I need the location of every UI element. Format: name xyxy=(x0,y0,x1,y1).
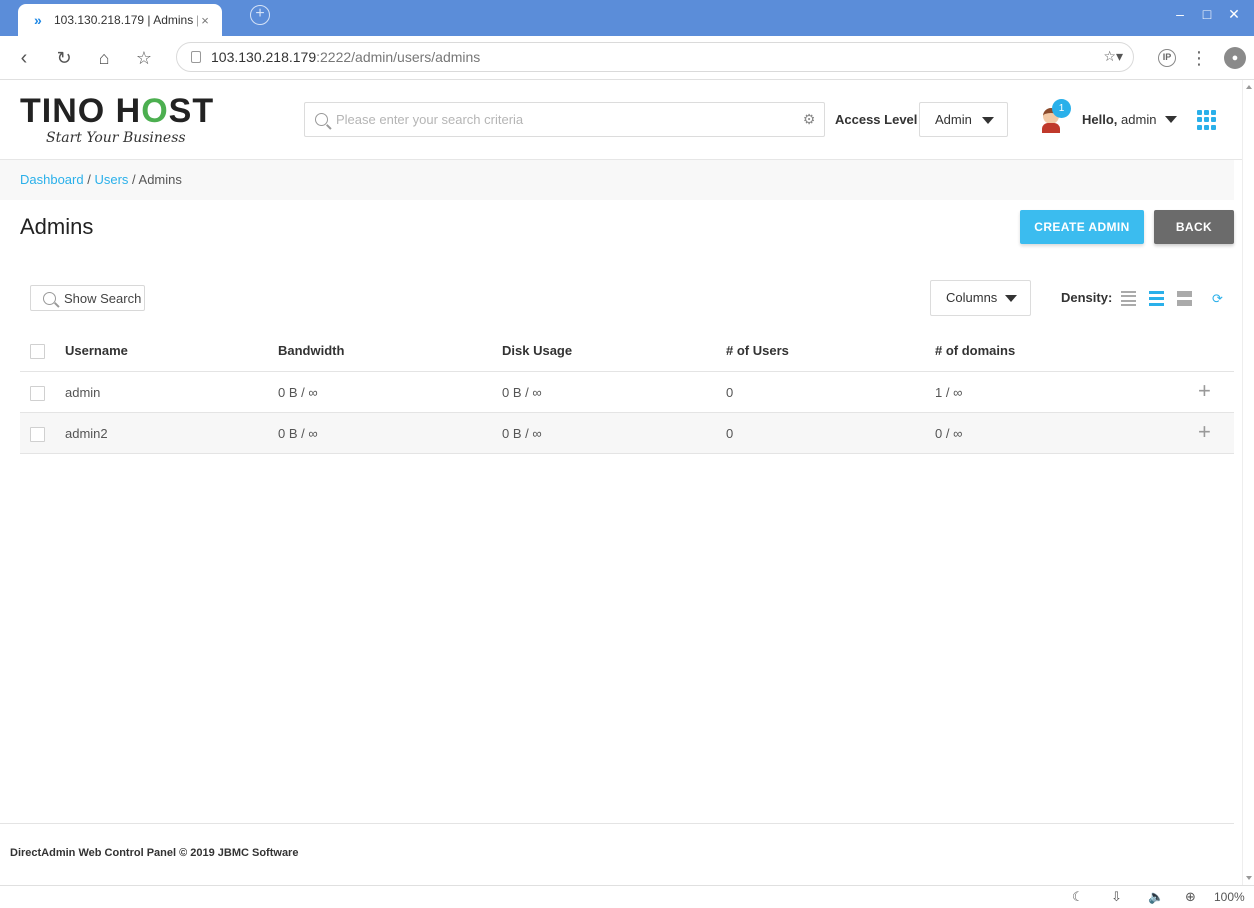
logo-tagline: Start Your Business xyxy=(46,130,186,146)
page-footer: DirectAdmin Web Control Panel © 2019 JBM… xyxy=(0,823,1234,885)
download-icon[interactable]: ⇩ xyxy=(1111,889,1122,905)
column-header-bandwidth[interactable]: Bandwidth xyxy=(278,330,344,372)
create-admin-button[interactable]: Create Admin xyxy=(1020,210,1144,244)
show-search-button[interactable]: Show Search xyxy=(30,285,145,311)
breadcrumb: Dashboard / Users / Admins xyxy=(0,160,1234,200)
access-level-select[interactable]: Admin xyxy=(919,102,1008,137)
show-search-label: Show Search xyxy=(64,290,142,306)
cell-disk-usage: 0 B / ∞ xyxy=(502,426,542,441)
table-row: admin 0 B / ∞ 0 B / ∞ 0 1 / ∞ + xyxy=(20,372,1234,413)
global-search: ⚙ xyxy=(304,102,825,137)
breadcrumb-admins: Admins xyxy=(138,172,182,187)
page-icon xyxy=(191,51,201,63)
zoom-level: 100% xyxy=(1214,890,1245,904)
directadmin-favicon-icon: » xyxy=(34,12,42,28)
cell-username[interactable]: admin2 xyxy=(65,413,108,454)
chevron-down-icon xyxy=(982,117,994,124)
maximize-icon[interactable]: □ xyxy=(1197,6,1217,22)
app-header: TINO HOST Start Your Business ⚙ Access L… xyxy=(0,80,1254,160)
tinohost-logo[interactable]: TINO HOST Start Your Business xyxy=(20,94,214,146)
cell-users: 0 xyxy=(726,426,734,441)
density-compact-icon[interactable] xyxy=(1121,291,1136,306)
breadcrumb-users[interactable]: Users xyxy=(94,172,128,187)
close-window-icon[interactable]: ✕ xyxy=(1224,6,1244,23)
search-settings-gear-icon[interactable]: ⚙ xyxy=(794,111,824,128)
back-button[interactable]: BACK xyxy=(1154,210,1234,244)
search-input[interactable] xyxy=(336,112,794,127)
minimize-icon[interactable]: – xyxy=(1170,6,1190,22)
page-scrollbar[interactable] xyxy=(1242,80,1254,885)
zoom-icon[interactable]: ⊕ xyxy=(1185,889,1196,905)
row-checkbox[interactable] xyxy=(30,427,45,442)
address-bar[interactable]: 103.130.218.179:2222/admin/users/admins … xyxy=(176,42,1134,72)
column-header-disk-usage[interactable]: Disk Usage xyxy=(502,330,572,372)
username-text: admin xyxy=(1121,112,1157,127)
row-checkbox[interactable] xyxy=(30,386,45,401)
column-header-users[interactable]: # of Users xyxy=(726,330,789,372)
browser-toolbar: ‹ ↻ ⌂ ☆ 103.130.218.179:2222/admin/users… xyxy=(0,36,1254,80)
url-host: 103.130.218.179 xyxy=(211,49,317,65)
cell-username[interactable]: admin xyxy=(65,372,100,413)
logo-wordmark: TINO HOST xyxy=(20,92,215,130)
tab-close-icon[interactable]: × xyxy=(198,13,212,28)
column-header-domains[interactable]: # of domains xyxy=(935,330,1015,372)
page-title: Admins xyxy=(20,214,94,239)
profile-ghost-icon[interactable]: ● xyxy=(1224,47,1246,69)
expand-row-plus-icon[interactable]: + xyxy=(1198,380,1211,402)
browser-tab[interactable]: » 103.130.218.179 | Admins | × xyxy=(18,4,222,36)
chevron-down-icon xyxy=(1005,295,1017,302)
url-path: :2222/admin/users/admins xyxy=(316,49,481,65)
table-header-row: Username Bandwidth Disk Usage # of Users… xyxy=(20,330,1234,372)
columns-dropdown[interactable]: Columns xyxy=(930,280,1031,316)
cell-disk-usage: 0 B / ∞ xyxy=(502,385,542,400)
cell-bandwidth: 0 B / ∞ xyxy=(278,426,318,441)
search-icon xyxy=(43,291,56,305)
new-tab-icon[interactable]: + xyxy=(250,5,270,25)
breadcrumb-dashboard[interactable]: Dashboard xyxy=(20,172,84,187)
back-arrow-icon[interactable]: ‹ xyxy=(12,46,36,70)
menu-dots-icon[interactable]: ⋮ xyxy=(1187,46,1211,70)
column-header-username[interactable]: Username xyxy=(65,330,128,372)
home-icon[interactable]: ⌂ xyxy=(92,46,116,70)
density-label: Density: xyxy=(1061,290,1113,305)
greeting-text: Hello, xyxy=(1082,112,1118,127)
sound-icon[interactable]: 🔈 xyxy=(1148,889,1164,905)
tab-title: 103.130.218.179 | Admins | xyxy=(54,13,198,27)
expand-row-plus-icon[interactable]: + xyxy=(1198,421,1211,443)
browser-titlebar: » 103.130.218.179 | Admins | × + – □ ✕ xyxy=(0,0,1254,36)
user-menu-chevron-icon[interactable] xyxy=(1165,116,1177,123)
apps-grid-icon[interactable] xyxy=(1197,110,1217,130)
select-all-checkbox[interactable] xyxy=(30,344,45,359)
ip-extension-icon[interactable]: IP xyxy=(1158,49,1176,67)
night-mode-moon-icon[interactable]: ☾ xyxy=(1072,889,1084,905)
columns-label: Columns xyxy=(946,290,998,305)
search-icon xyxy=(315,113,328,126)
density-comfortable-icon[interactable] xyxy=(1177,291,1192,306)
cell-domains: 1 / ∞ xyxy=(935,385,963,400)
cell-bandwidth: 0 B / ∞ xyxy=(278,385,318,400)
browser-statusbar: ☾ ⇩ 🔈 ⊕ 100% xyxy=(0,885,1254,908)
access-level-value: Admin xyxy=(935,112,972,127)
density-normal-icon[interactable] xyxy=(1149,291,1164,306)
user-menu[interactable]: Hello, admin xyxy=(1082,112,1156,127)
cell-users: 0 xyxy=(726,385,734,400)
notification-badge[interactable]: 1 xyxy=(1052,99,1071,118)
bookmark-page-icon[interactable]: ☆▾ xyxy=(1103,48,1123,65)
table-row: admin2 0 B / ∞ 0 B / ∞ 0 0 / ∞ + xyxy=(20,413,1234,454)
bookmark-star-icon[interactable]: ☆ xyxy=(132,46,156,70)
access-level-label: Access Level xyxy=(835,112,918,127)
cell-domains: 0 / ∞ xyxy=(935,426,963,441)
admins-table: Username Bandwidth Disk Usage # of Users… xyxy=(20,330,1234,454)
reload-icon[interactable]: ↻ xyxy=(52,46,76,70)
refresh-icon[interactable]: ⟳ xyxy=(1212,291,1223,307)
